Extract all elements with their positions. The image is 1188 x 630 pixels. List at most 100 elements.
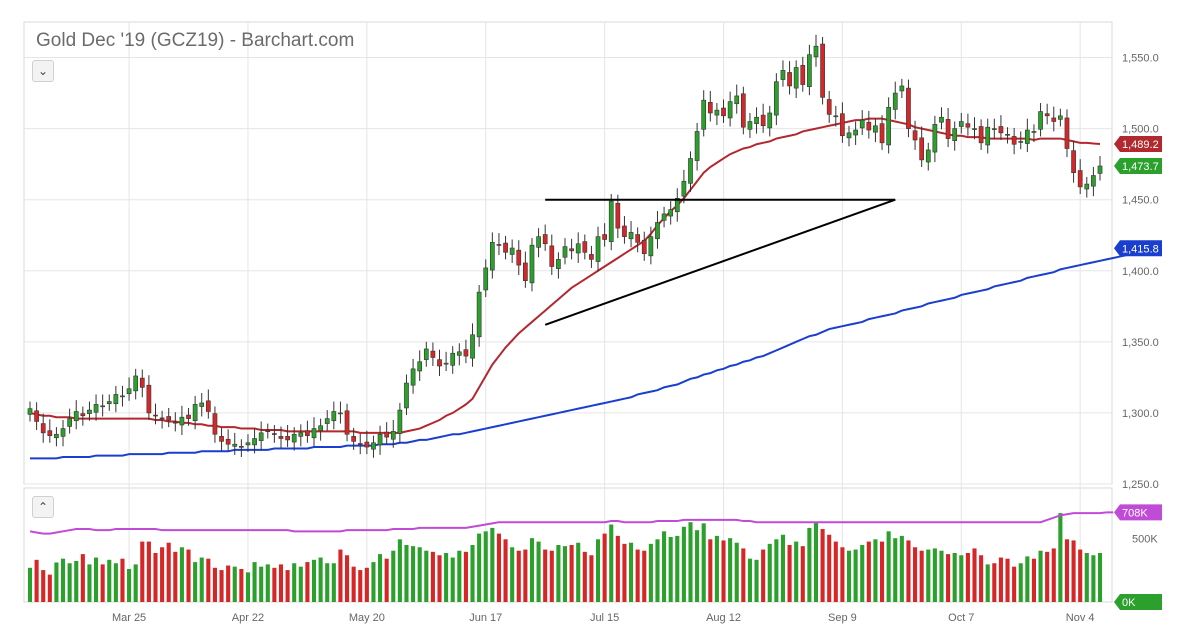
candlestick <box>496 233 502 256</box>
candlestick <box>774 73 779 126</box>
volume-bar <box>272 567 277 602</box>
volume-bar <box>364 567 369 602</box>
candlestick <box>344 403 350 442</box>
volume-bar <box>80 554 85 602</box>
candlestick <box>1011 127 1017 155</box>
volume-bar <box>1064 539 1070 602</box>
volume-bar <box>74 560 79 602</box>
volume-bar <box>998 557 1003 602</box>
candle-body <box>245 442 251 446</box>
candlestick <box>463 339 469 364</box>
x-tick-label: Aug 12 <box>706 612 741 624</box>
candlestick <box>47 419 53 443</box>
candle-body <box>569 248 574 252</box>
candlestick <box>212 406 218 443</box>
candle-body <box>120 395 125 398</box>
candle-body <box>1058 115 1063 120</box>
volume-bar <box>879 541 885 602</box>
candlestick <box>1018 131 1024 150</box>
candlestick <box>873 118 878 143</box>
candlestick <box>1024 118 1030 153</box>
candlestick <box>978 119 984 150</box>
candle-body <box>740 93 746 128</box>
volume-bar <box>1084 552 1089 602</box>
candle-body <box>199 402 205 407</box>
candle-body <box>853 129 858 136</box>
volume-bar <box>27 567 33 602</box>
candle-body <box>542 234 548 245</box>
volume-bar <box>60 558 66 602</box>
candle-body <box>133 375 139 392</box>
volume-bar <box>516 550 521 602</box>
volume-bar <box>523 549 528 602</box>
candlestick <box>853 121 858 145</box>
volume-bar <box>331 563 336 602</box>
candle-body <box>417 361 423 372</box>
volume-bar <box>127 568 132 602</box>
volume-bar <box>1038 550 1043 602</box>
candlestick <box>655 211 660 249</box>
volume-bar <box>985 564 990 602</box>
y-tick-label: 1,450.0 <box>1122 195 1159 207</box>
volume-bar <box>853 549 858 602</box>
candlestick <box>813 34 819 67</box>
candle-body <box>397 409 403 434</box>
volume-bar <box>483 531 488 602</box>
volume-bar <box>569 545 574 602</box>
volume-bar <box>351 566 356 602</box>
candle-body <box>437 359 442 367</box>
candle-body <box>443 362 449 365</box>
volume-bar <box>965 552 970 602</box>
candle-body <box>1024 129 1030 144</box>
volume-bar <box>463 551 468 602</box>
volume-bar <box>510 547 515 602</box>
candle-body <box>661 213 667 221</box>
candle-body <box>1064 117 1070 149</box>
candlestick <box>589 245 594 268</box>
candlestick <box>952 121 958 151</box>
candle-body <box>503 242 508 253</box>
candle-body <box>1071 150 1076 173</box>
candlestick <box>258 421 264 451</box>
volume-bar <box>186 549 191 602</box>
candle-body <box>1091 175 1096 187</box>
volume-bar <box>906 540 911 602</box>
volume-bar <box>338 549 343 602</box>
y-tick-label: 1,250.0 <box>1122 479 1159 491</box>
candle-body <box>787 72 792 87</box>
volume-bar <box>602 533 607 602</box>
candle-body <box>688 158 693 184</box>
candlestick <box>430 342 436 367</box>
candlestick <box>826 90 832 123</box>
candlestick <box>1038 103 1043 137</box>
candle-body <box>265 430 271 432</box>
candlestick <box>205 389 211 419</box>
candlestick <box>998 115 1004 140</box>
volume-bar <box>285 570 290 602</box>
candle-body <box>1005 134 1010 136</box>
candle-body <box>608 200 614 242</box>
chart-canvas: Mar 25 Apr 22 May 20 Jun 17 Jul 15 Aug 12 Sep … <box>23 21 1162 624</box>
candlestick <box>641 231 647 261</box>
candle-body <box>998 126 1004 134</box>
volume-bar <box>305 562 310 602</box>
candlestick <box>740 86 746 135</box>
volume-bar <box>714 535 719 602</box>
candle-body <box>873 125 878 133</box>
candle-body <box>556 259 561 269</box>
candle-body <box>694 131 700 161</box>
volume-y-tick-label: 500K <box>1132 534 1158 546</box>
candlestick <box>608 194 614 251</box>
candle-body <box>324 418 330 424</box>
collapse-chevron-icon[interactable]: ⌄ <box>32 60 54 82</box>
candle-body <box>826 99 832 115</box>
volume-bar <box>688 522 693 602</box>
volume-bar <box>741 548 746 602</box>
expand-chevron-icon[interactable]: ⌃ <box>32 496 54 518</box>
volume-bar <box>259 566 264 602</box>
candle-body <box>73 411 79 422</box>
candlestick <box>674 188 680 222</box>
candlestick <box>787 61 792 95</box>
volume-bar <box>536 541 541 602</box>
price-badge: 1,473.7 <box>1114 158 1162 175</box>
